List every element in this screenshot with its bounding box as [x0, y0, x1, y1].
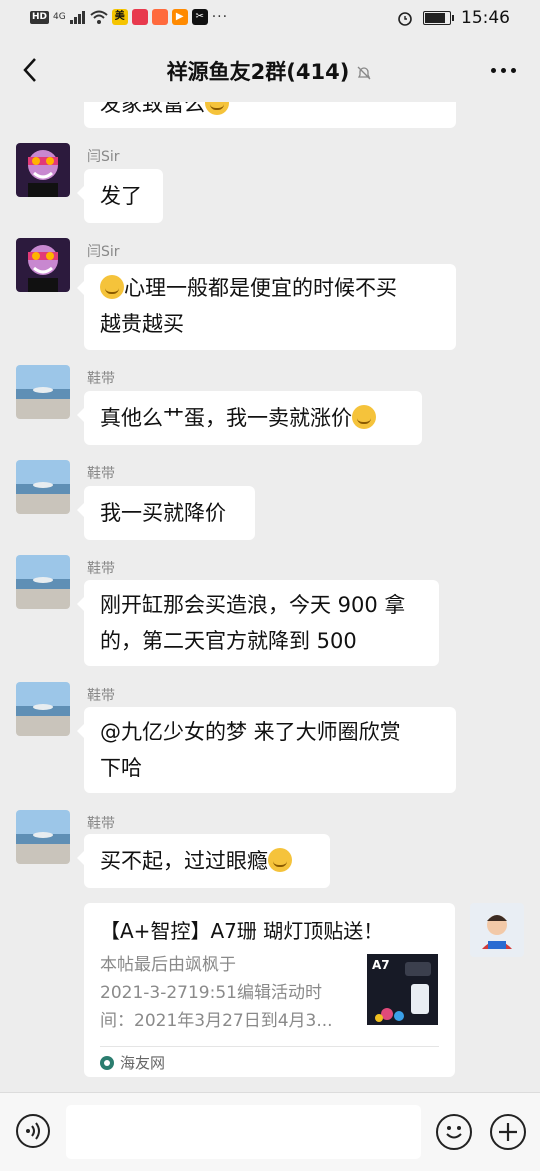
avatar[interactable]: [16, 365, 70, 419]
app-icon-meituan: 美: [111, 9, 128, 25]
message-bubble[interactable]: 真他么艹蛋，我一卖就涨价: [77, 391, 422, 445]
app-icon-orange: [151, 9, 168, 25]
input-bar: [0, 1092, 540, 1171]
link-card[interactable]: 【A+智控】A7珊 瑚灯顶贴送！ 本帖最后由飒枫于 2021-3-2719:51…: [84, 903, 455, 1077]
alarm-icon: [398, 12, 412, 26]
status-left: HD 4G 美 ▶ ✂ ···: [30, 9, 228, 25]
avatar[interactable]: [16, 555, 70, 609]
wifi-icon: [90, 10, 108, 24]
avatar[interactable]: [16, 238, 70, 292]
cry-laugh-emoji-icon: [352, 405, 376, 429]
plus-icon[interactable]: [490, 1114, 526, 1150]
message-bubble[interactable]: 发家致富么: [84, 102, 456, 128]
message-bubble[interactable]: 买不起，过过眼瘾: [77, 834, 330, 888]
voice-icon[interactable]: [16, 1114, 50, 1148]
network-type: 4G: [53, 12, 66, 22]
message-bubble[interactable]: @九亿少女的梦 来了大师圈欣赏 下哈: [77, 707, 456, 793]
emoji-icon[interactable]: [436, 1114, 472, 1150]
sender-name: 鞋带: [87, 466, 115, 482]
sender-name: 闫Sir: [87, 244, 120, 260]
thumbnail-label: A7: [372, 958, 390, 972]
message-bubble[interactable]: 心理一般都是便宜的时候不买 越贵越买: [77, 264, 456, 350]
sender-name: 闫Sir: [87, 149, 120, 165]
signal-icon: [69, 10, 85, 24]
my-avatar[interactable]: [470, 903, 524, 957]
link-card-title: 【A+智控】A7珊 瑚灯顶贴送！: [100, 919, 384, 943]
message-bubble[interactable]: 发了: [77, 169, 163, 223]
sender-name: 鞋带: [87, 816, 115, 832]
app-icon-play: ▶: [171, 9, 188, 25]
chat-header: 祥源鱼友2群(414): [0, 38, 540, 102]
message-input[interactable]: [66, 1105, 421, 1159]
more-dots-icon[interactable]: [491, 68, 516, 73]
app-icon-red: [131, 9, 148, 25]
message-list[interactable]: 发家致富么 闫Sir 发了 闫Sir 心理一般都是便宜的时候不买 越贵越买 鞋带…: [0, 102, 540, 1092]
message-bubble[interactable]: 我一买就降价: [77, 486, 255, 540]
link-card-description: 本帖最后由飒枫于 2021-3-2719:51编辑活动时 间：2021年3月27…: [100, 955, 333, 1031]
avatar[interactable]: [16, 143, 70, 197]
group-name: 祥源鱼友2群(414): [166, 60, 350, 84]
sender-name: 鞋带: [87, 688, 115, 704]
more-notifications-icon: ···: [211, 9, 229, 25]
laugh-emoji-icon: [205, 102, 229, 115]
message-bubble[interactable]: 刚开缸那会买造浪，今天 900 拿 的，第二天官方就降到 500: [77, 580, 439, 666]
hd-badge: HD: [30, 10, 50, 24]
clock: 15:46: [461, 8, 510, 28]
sender-name: 鞋带: [87, 561, 115, 577]
bell-off-icon: [357, 66, 371, 80]
link-card-thumbnail: A7: [367, 954, 438, 1025]
avatar[interactable]: [16, 682, 70, 736]
status-right: 15:46: [397, 8, 510, 28]
link-card-source: 海友网: [100, 1052, 165, 1073]
app-icon-capcut: ✂: [191, 9, 208, 25]
status-bar: HD 4G 美 ▶ ✂ ··· 15:46: [0, 0, 540, 38]
avatar[interactable]: [16, 460, 70, 514]
sender-name: 鞋带: [87, 371, 115, 387]
cry-laugh-emoji-icon: [268, 848, 292, 872]
chat-title: 祥源鱼友2群(414): [0, 56, 540, 86]
divider: [100, 1046, 439, 1047]
battery-icon: [423, 11, 454, 25]
avatar[interactable]: [16, 810, 70, 864]
smirk-emoji-icon: [100, 275, 124, 299]
source-logo-icon: [100, 1055, 114, 1070]
